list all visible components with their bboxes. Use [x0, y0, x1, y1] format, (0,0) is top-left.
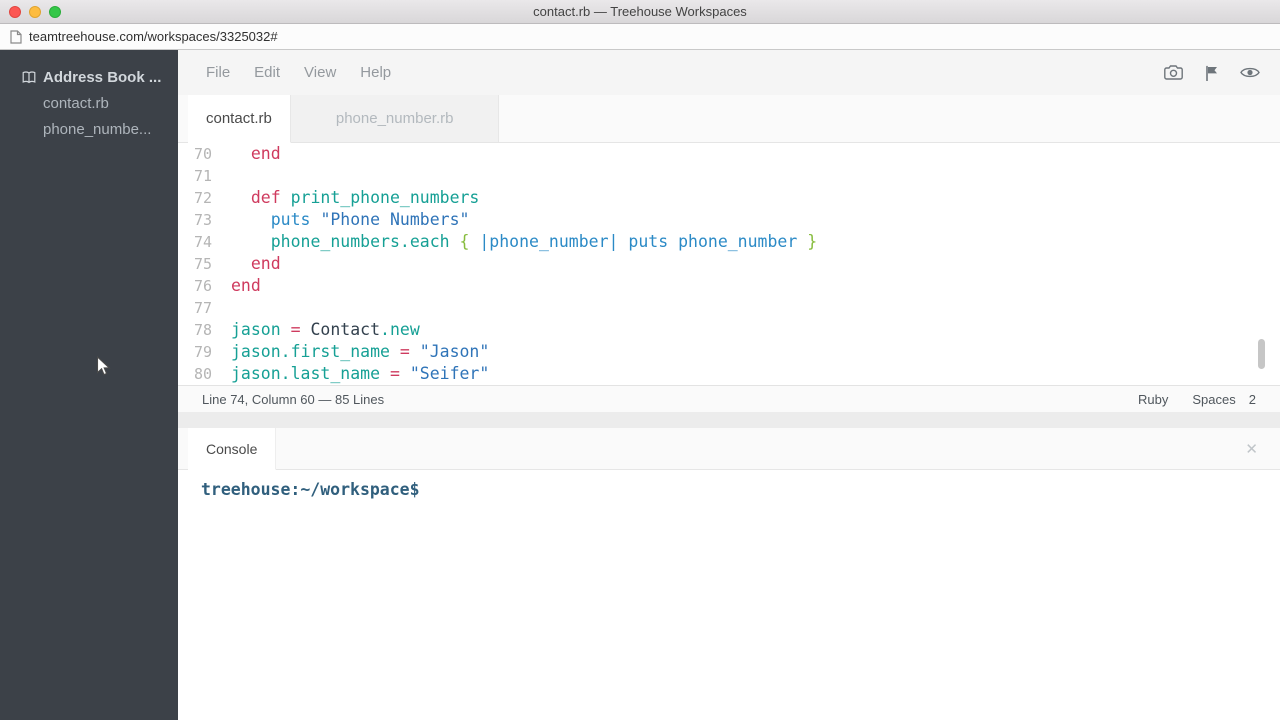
line-number: 76: [178, 275, 212, 297]
editor-statusbar: Line 74, Column 60 — 85 Lines Ruby Space…: [178, 385, 1280, 412]
toolbar-icons: [1164, 65, 1260, 81]
code-line[interactable]: 71: [178, 165, 1280, 187]
url-bar[interactable]: teamtreehouse.com/workspaces/3325032#: [0, 24, 1280, 50]
tab-contact-rb[interactable]: contact.rb: [188, 95, 291, 143]
workspace-main: File Edit View Help: [178, 50, 1280, 720]
code-text: [212, 297, 231, 319]
code-text: end: [212, 253, 281, 275]
code-line[interactable]: 72 def print_phone_numbers: [178, 187, 1280, 209]
line-number: 77: [178, 297, 212, 319]
line-number: 71: [178, 165, 212, 187]
spaces-value[interactable]: 2: [1249, 392, 1256, 407]
code-text: phone_numbers.each { |phone_number| puts…: [212, 231, 817, 253]
project-name: Address Book ...: [43, 69, 161, 86]
flag-icon-button[interactable]: [1205, 65, 1218, 81]
code-line[interactable]: 73 puts "Phone Numbers": [178, 209, 1280, 231]
sidebar-item-phone-number-rb[interactable]: phone_numbe...: [0, 116, 178, 142]
console-tabbar: Console ✕: [178, 428, 1280, 470]
line-number: 72: [178, 187, 212, 209]
code-text: jason.last_name = "Seifer": [212, 363, 489, 385]
code-text: end: [212, 143, 281, 165]
menu-item-edit[interactable]: Edit: [254, 64, 280, 81]
code-line[interactable]: 79jason.first_name = "Jason": [178, 341, 1280, 363]
sidebar-item-contact-rb[interactable]: contact.rb: [0, 90, 178, 116]
code-line[interactable]: 77: [178, 297, 1280, 319]
page-icon: [10, 30, 22, 44]
tab-phone-number-rb[interactable]: phone_number.rb: [291, 95, 500, 142]
code-line[interactable]: 80jason.last_name = "Seifer": [178, 363, 1280, 385]
editor-tabbar: contact.rb phone_number.rb: [178, 95, 1280, 143]
eye-icon: [1240, 66, 1260, 79]
line-number: 75: [178, 253, 212, 275]
code-text: jason.first_name = "Jason": [212, 341, 489, 363]
code-editor[interactable]: 70 end7172 def print_phone_numbers73 put…: [178, 143, 1280, 385]
code-text: [212, 165, 231, 187]
code-line[interactable]: 70 end: [178, 143, 1280, 165]
flag-icon: [1205, 65, 1218, 81]
menu-item-view[interactable]: View: [304, 64, 336, 81]
code-line[interactable]: 76end: [178, 275, 1280, 297]
camera-icon-button[interactable]: [1164, 65, 1183, 80]
camera-icon: [1164, 65, 1183, 80]
code-text: jason = Contact.new: [212, 319, 420, 341]
terminal[interactable]: treehouse:~/workspace$: [178, 470, 1280, 720]
close-icon: ✕: [1245, 441, 1258, 458]
window-controls: [9, 6, 61, 18]
menu-item-help[interactable]: Help: [360, 64, 391, 81]
close-window-button[interactable]: [9, 6, 21, 18]
url-text[interactable]: teamtreehouse.com/workspaces/3325032#: [29, 29, 278, 44]
code-line[interactable]: 78jason = Contact.new: [178, 319, 1280, 341]
tab-console[interactable]: Console: [188, 428, 276, 470]
code-lines: 70 end7172 def print_phone_numbers73 put…: [178, 143, 1280, 385]
editor-scrollbar-thumb[interactable]: [1258, 339, 1265, 369]
language-indicator[interactable]: Ruby: [1138, 392, 1168, 407]
line-number: 79: [178, 341, 212, 363]
line-number: 80: [178, 363, 212, 385]
line-number: 73: [178, 209, 212, 231]
code-line[interactable]: 74 phone_numbers.each { |phone_number| p…: [178, 231, 1280, 253]
zoom-window-button[interactable]: [49, 6, 61, 18]
console-close-button[interactable]: ✕: [1245, 440, 1280, 458]
browser-window: contact.rb — Treehouse Workspaces teamtr…: [0, 0, 1280, 720]
line-number: 74: [178, 231, 212, 253]
minimize-window-button[interactable]: [29, 6, 41, 18]
code-text: end: [212, 275, 261, 297]
cursor-position: Line 74, Column 60 — 85 Lines: [202, 392, 384, 407]
code-text: def print_phone_numbers: [212, 187, 479, 209]
terminal-prompt: treehouse:~/workspace$: [201, 480, 420, 499]
eye-icon-button[interactable]: [1240, 66, 1260, 79]
spaces-label[interactable]: Spaces: [1192, 392, 1235, 407]
titlebar: contact.rb — Treehouse Workspaces: [0, 0, 1280, 24]
code-text: puts "Phone Numbers": [212, 209, 469, 231]
menubar: File Edit View Help: [178, 50, 1280, 95]
book-icon: [22, 71, 36, 84]
line-number: 78: [178, 319, 212, 341]
sidebar-project[interactable]: Address Book ...: [0, 64, 178, 90]
line-number: 70: [178, 143, 212, 165]
file-sidebar: Address Book ... contact.rb phone_numbe.…: [0, 50, 178, 720]
code-line[interactable]: 75 end: [178, 253, 1280, 275]
window-title: contact.rb — Treehouse Workspaces: [0, 4, 1280, 19]
menu-item-file[interactable]: File: [206, 64, 230, 81]
panel-divider: [178, 412, 1280, 428]
